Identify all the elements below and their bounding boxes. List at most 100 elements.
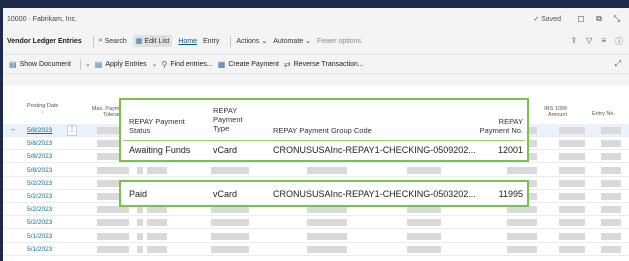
top-bar: 10000 · Fabrikam, Inc. ✓ Saved ☐ ⧉ ⤡ [3, 8, 629, 30]
masked-cell [601, 193, 621, 200]
apply-entries-label: Apply Entries [105, 60, 147, 68]
masked-cell [307, 232, 347, 240]
automate-label: Automate [273, 37, 304, 45]
posting-date-cell[interactable]: 5/2/2023 [27, 193, 52, 200]
masked-cell [147, 166, 167, 174]
callout-highlight-2: Paid vCard CRONUSUSAInc-REPAY1-CHECKING-… [119, 180, 529, 207]
masked-cell [211, 232, 249, 240]
document-icon: ▤ [9, 59, 17, 69]
payment-group-code-value[interactable]: CRONUSUSAInc-REPAY1-CHECKING-0503202... [273, 189, 476, 199]
masked-cell [137, 245, 143, 253]
payment-type-value[interactable]: vCard [213, 189, 237, 199]
posting-date-cell[interactable]: 5/8/2023 [27, 153, 52, 160]
list-view-icon[interactable]: ≡ [601, 36, 606, 47]
apply-entries-button[interactable]: ▤ Apply Entries [95, 60, 147, 69]
automate-menu[interactable]: Automate ⌄ [273, 37, 311, 46]
posting-date-cell[interactable]: 5/2/2023 [27, 206, 52, 213]
callout-col-status: REPAY Payment Status [129, 117, 185, 135]
reverse-transaction-label: Reverse Transaction... [293, 60, 364, 68]
callout-col-payment-no: REPAY Payment No. [463, 117, 523, 135]
open-new-window-icon[interactable]: ⧉ [593, 14, 605, 24]
masked-cell [507, 232, 537, 240]
actions-menu[interactable]: Actions ⌄ [236, 37, 268, 46]
table-row[interactable]: 5/8/2023 [3, 164, 629, 177]
masked-cell [559, 140, 585, 148]
posting-date-cell[interactable]: 5/2/2023 [27, 180, 52, 187]
pin-icon[interactable]: ⤢ [615, 59, 621, 69]
page-title: Vendor Ledger Entries [7, 37, 82, 45]
callout-col-group: REPAY Payment Group Code [273, 126, 372, 135]
masked-cell [407, 166, 441, 174]
filter-icon[interactable]: ▽ [586, 36, 592, 47]
info-icon[interactable]: ⓘ [615, 36, 623, 47]
masked-cell [559, 193, 585, 200]
masked-cell [559, 153, 585, 161]
bookmark-icon[interactable]: ☐ [575, 15, 587, 24]
page-window: 10000 · Fabrikam, Inc. ✓ Saved ☐ ⧉ ⤡ Ven… [3, 8, 629, 261]
sort-arrow-icon: ↓ [41, 109, 45, 115]
callout-col-status-b: Status [129, 126, 151, 135]
masked-cell [507, 166, 537, 174]
payment-status-value[interactable]: Paid [129, 189, 147, 199]
masked-cell [147, 232, 167, 240]
payment-type-value[interactable]: vCard [213, 145, 237, 155]
divider [79, 58, 81, 70]
masked-cell [211, 219, 249, 227]
app-frame: 10000 · Fabrikam, Inc. ✓ Saved ☐ ⧉ ⤡ Ven… [0, 0, 629, 261]
reverse-transaction-button[interactable]: ⇄ Reverse Transaction... [284, 60, 364, 69]
chevron-down-icon[interactable]: ⌄ [85, 60, 91, 68]
table-row[interactable]: 5/1/2023 [3, 230, 629, 243]
masked-cell [601, 179, 621, 187]
masked-cell [407, 232, 441, 240]
tab-home[interactable]: Home [178, 38, 197, 45]
tab-entry[interactable]: Entry [203, 38, 219, 45]
masked-cell [601, 245, 621, 253]
chevron-down-icon[interactable]: ⌄ [152, 60, 158, 68]
masked-cell [137, 206, 143, 214]
posting-date-cell[interactable]: 5/8/2023 [27, 127, 52, 134]
search-button[interactable]: ⌕ Search [99, 37, 127, 45]
table-row[interactable]: 5/2/2023 [3, 216, 629, 230]
show-document-label: Show Document [19, 60, 71, 68]
edit-list-icon: ▦ [135, 38, 143, 45]
payment-group-code-value[interactable]: CRONUSUSAInc-REPAY1-CHECKING-0509202... [273, 145, 476, 155]
masked-cell [601, 232, 621, 240]
posting-date-cell[interactable]: 5/8/2023 [27, 140, 52, 147]
chevron-down-icon: ⌄ [261, 38, 268, 45]
masked-cell [601, 166, 621, 174]
masked-cell [97, 245, 129, 253]
callout-divider [123, 140, 525, 141]
masked-cell [601, 206, 621, 214]
posting-date-cell[interactable]: 5/1/2023 [27, 246, 52, 253]
payment-no-value[interactable]: 11995 [463, 189, 523, 199]
masked-cell [407, 206, 441, 214]
posting-date-cell[interactable]: 5/1/2023 [27, 233, 52, 240]
search-label: Search [104, 37, 127, 45]
payment-status-value[interactable]: Awaiting Funds [129, 145, 190, 155]
masked-cell [97, 206, 129, 214]
callout-col-type-c: Type [213, 124, 230, 133]
divider [92, 35, 94, 47]
find-entries-label: Find entries... [170, 60, 213, 68]
collapse-icon[interactable]: ⤡ [611, 14, 623, 24]
create-payment-button[interactable]: ▦ Create Payment [218, 60, 279, 69]
share-icon[interactable]: ⇪ [570, 36, 577, 47]
find-entries-button[interactable]: ⚲ Find entries... [161, 60, 212, 69]
toolbar-right: ⇪ ▽ ≡ ⓘ [570, 36, 623, 47]
masked-cell [507, 245, 537, 253]
masked-cell [137, 166, 143, 174]
callout-col-type-b: Payment [213, 115, 243, 124]
payment-no-value[interactable]: 12001 [463, 145, 523, 155]
edit-list-button[interactable]: ▦ Edit List [132, 35, 173, 47]
row-menu-icon[interactable]: ⋮ [67, 125, 77, 136]
create-payment-label: Create Payment [228, 60, 279, 68]
masked-cell [507, 219, 537, 227]
posting-date-cell[interactable]: 5/8/2023 [27, 167, 52, 174]
show-document-button[interactable]: ▤ Show Document [9, 60, 71, 69]
posting-date-cell[interactable]: 5/2/2023 [27, 219, 52, 226]
col-irs-1099-label-b: Amount [548, 112, 567, 118]
table-row[interactable]: 5/1/2023 [3, 243, 629, 256]
fewer-options-button[interactable]: Fewer options [317, 38, 361, 45]
saved-label: Saved [541, 16, 561, 23]
masked-cell [601, 127, 621, 134]
